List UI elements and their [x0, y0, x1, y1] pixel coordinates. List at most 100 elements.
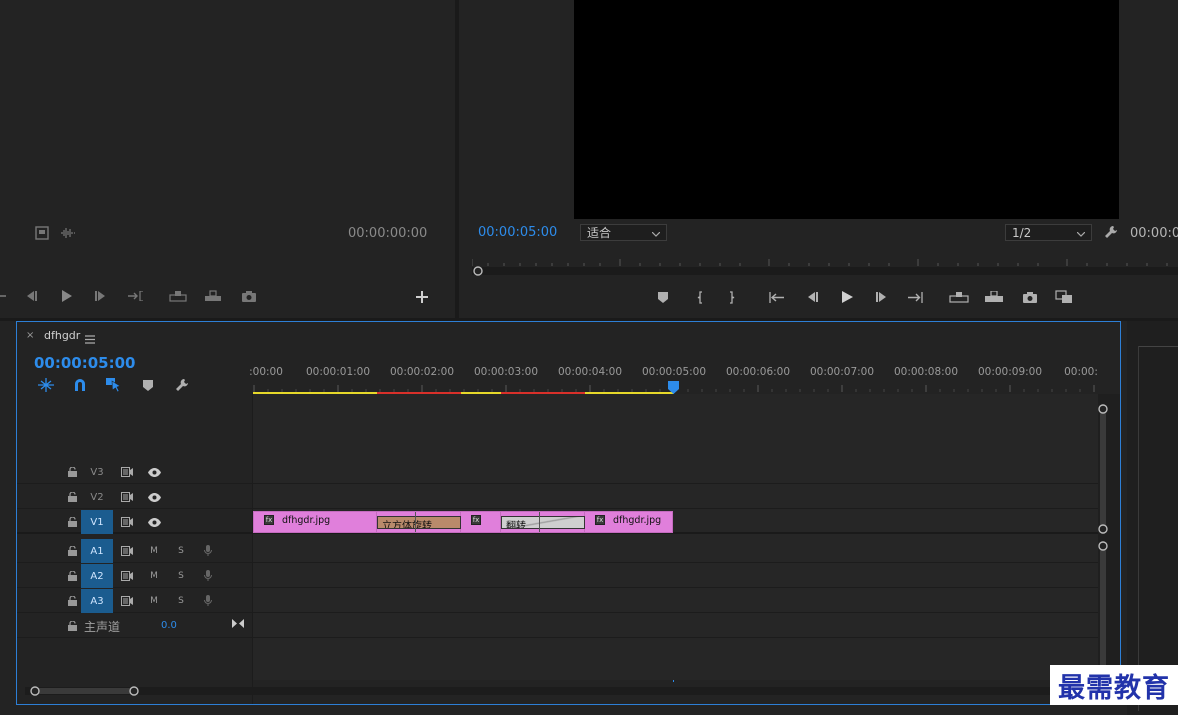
- lock-icon[interactable]: [65, 515, 79, 529]
- horizontal-zoom-scrollbar[interactable]: [25, 682, 1115, 696]
- step-forward-frame-icon[interactable]: [90, 285, 112, 307]
- go-to-out-icon[interactable]: [905, 286, 927, 308]
- comparison-view-icon[interactable]: [1053, 286, 1075, 308]
- video-vertical-scrollbar[interactable]: [1098, 404, 1108, 534]
- sync-lock-icon[interactable]: [120, 490, 134, 504]
- track-label[interactable]: A1: [81, 539, 113, 563]
- add-marker-icon[interactable]: [652, 286, 674, 308]
- export-frame-icon[interactable]: [238, 285, 260, 307]
- track-label[interactable]: V1: [81, 510, 113, 534]
- lift-icon[interactable]: [948, 286, 970, 308]
- play-icon[interactable]: [836, 286, 858, 308]
- mark-in-icon[interactable]: [689, 286, 711, 308]
- sequence-tab-label[interactable]: dfhgdr: [44, 329, 80, 342]
- go-to-out-icon[interactable]: [125, 285, 147, 307]
- eye-icon[interactable]: [147, 515, 161, 529]
- microphone-icon[interactable]: [201, 569, 215, 583]
- ruler-label: 00:00:09:00: [977, 366, 1043, 378]
- ruler-label: 00:00:02:00: [389, 366, 455, 378]
- mute-button[interactable]: M: [147, 569, 161, 583]
- lock-icon[interactable]: [65, 490, 79, 504]
- ruler-label: 00:00:: [1064, 366, 1098, 378]
- master-volume-value[interactable]: 0.0: [161, 620, 177, 631]
- track-lane-a3[interactable]: [253, 589, 1098, 613]
- step-forward-frame-icon[interactable]: [871, 286, 893, 308]
- program-scrub-bar[interactable]: [471, 257, 1178, 279]
- resolution-select[interactable]: 1/2: [1005, 224, 1092, 241]
- program-timecode[interactable]: 00:00:05:00: [478, 225, 557, 240]
- play-icon[interactable]: [55, 285, 77, 307]
- mute-button[interactable]: M: [147, 544, 161, 558]
- audio-vertical-scrollbar[interactable]: [1098, 541, 1108, 681]
- solo-button[interactable]: S: [174, 569, 188, 583]
- fit-select[interactable]: 适合: [580, 224, 667, 241]
- track-lane-master[interactable]: [253, 614, 1098, 638]
- lock-icon[interactable]: [65, 569, 79, 583]
- drag-video-icon[interactable]: [31, 222, 53, 244]
- solo-button[interactable]: S: [174, 544, 188, 558]
- snap-magnet-icon[interactable]: [69, 374, 91, 396]
- fx-badge-icon: fx: [471, 515, 481, 525]
- transition-flip[interactable]: 翻转: [501, 516, 585, 529]
- export-frame-icon[interactable]: [1019, 286, 1041, 308]
- clip-dfhgdr-2[interactable]: fx: [461, 511, 501, 533]
- clip-segment[interactable]: 立方体旋转: [377, 511, 461, 533]
- resolution-select-value: 1/2: [1012, 225, 1032, 240]
- eye-icon[interactable]: [147, 465, 161, 479]
- track-label[interactable]: V3: [81, 460, 113, 484]
- lock-icon[interactable]: [65, 619, 79, 633]
- sync-lock-icon[interactable]: [120, 544, 134, 558]
- sync-lock-icon[interactable]: [120, 465, 134, 479]
- playhead-timecode[interactable]: 00:00:05:00: [34, 354, 136, 372]
- add-button-icon[interactable]: [411, 286, 433, 308]
- clip-segment[interactable]: 翻转: [501, 511, 585, 533]
- source-timecode[interactable]: 00:00:00:00: [348, 226, 427, 241]
- mark-out-icon[interactable]: [721, 286, 743, 308]
- close-tab-icon[interactable]: ×: [26, 330, 34, 341]
- track-lane-v2[interactable]: [253, 485, 1098, 509]
- extract-icon[interactable]: [983, 286, 1005, 308]
- clip-name: dfhgdr.jpg: [613, 515, 662, 526]
- microphone-icon[interactable]: [201, 544, 215, 558]
- sync-lock-icon[interactable]: [120, 569, 134, 583]
- microphone-icon[interactable]: [201, 594, 215, 608]
- edit-point[interactable]: [539, 512, 540, 532]
- step-back-frame-icon[interactable]: [801, 286, 823, 308]
- sync-lock-icon[interactable]: [120, 515, 134, 529]
- track-label[interactable]: A2: [81, 564, 113, 588]
- go-to-edit-icon[interactable]: [231, 616, 245, 630]
- lock-icon[interactable]: [65, 594, 79, 608]
- track-lane-v1[interactable]: fx dfhgdr.jpg 立方体旋转 fx 翻转 fx dfhgdr.jpg: [253, 510, 1098, 534]
- nest-icon[interactable]: [35, 374, 57, 396]
- insert-icon[interactable]: [167, 285, 189, 307]
- clip-dfhgdr-3[interactable]: fx dfhgdr.jpg: [585, 511, 673, 533]
- tracks-area[interactable]: fx dfhgdr.jpg 立方体旋转 fx 翻转 fx dfhgdr.jpg: [253, 460, 1098, 680]
- mute-button[interactable]: M: [147, 594, 161, 608]
- step-back-frame-icon[interactable]: [20, 285, 42, 307]
- overwrite-icon[interactable]: [202, 285, 224, 307]
- transition-cube-spin[interactable]: 立方体旋转: [377, 516, 461, 529]
- tab-menu-icon[interactable]: [85, 329, 95, 348]
- playhead-handle[interactable]: [668, 379, 679, 394]
- step-back-icon[interactable]: [0, 285, 14, 307]
- chevron-down-icon: [1076, 226, 1086, 240]
- track-lane-a1[interactable]: [253, 539, 1098, 563]
- edit-point[interactable]: [415, 512, 416, 532]
- solo-button[interactable]: S: [174, 594, 188, 608]
- track-label[interactable]: A3: [81, 589, 113, 613]
- lock-icon[interactable]: [65, 465, 79, 479]
- wrench-icon[interactable]: [1100, 221, 1122, 243]
- timeline-panel: × dfhgdr 00:00:05:00 :00:00 00:00:01:00 …: [16, 321, 1121, 705]
- lock-icon[interactable]: [65, 544, 79, 558]
- track-lane-a2[interactable]: [253, 564, 1098, 588]
- timeline-settings-wrench-icon[interactable]: [171, 374, 193, 396]
- go-to-in-icon[interactable]: [766, 286, 788, 308]
- track-lane-v3[interactable]: [253, 460, 1098, 484]
- sync-lock-icon[interactable]: [120, 594, 134, 608]
- drag-audio-icon[interactable]: [57, 222, 79, 244]
- clip-dfhgdr-1[interactable]: fx dfhgdr.jpg: [253, 511, 377, 533]
- track-label[interactable]: V2: [81, 485, 113, 509]
- linked-selection-icon[interactable]: [103, 374, 125, 396]
- add-marker-icon[interactable]: [137, 374, 159, 396]
- eye-icon[interactable]: [147, 490, 161, 504]
